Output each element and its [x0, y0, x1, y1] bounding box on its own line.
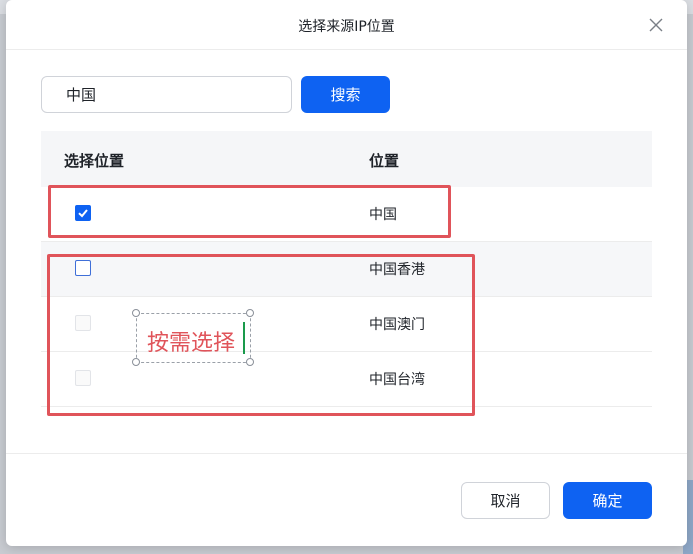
search-button[interactable]: 搜索: [301, 76, 390, 113]
location-cell: 中国香港: [369, 262, 425, 278]
table-row[interactable]: 中国香港: [41, 242, 652, 297]
annotation-label: 按需选择: [132, 309, 254, 366]
column-header-select: 选择位置: [64, 152, 125, 170]
row-checkbox[interactable]: [75, 260, 91, 276]
dialog-header: 选择来源IP位置: [6, 0, 687, 50]
location-table: 选择位置 位置 中国 中国香港 中国澳门 中国台湾: [41, 131, 652, 407]
close-icon[interactable]: [647, 16, 665, 34]
table-header: 选择位置 位置: [41, 131, 652, 187]
confirm-button[interactable]: 确定: [563, 482, 652, 519]
cancel-button[interactable]: 取消: [461, 482, 550, 519]
resize-handle[interactable]: [246, 309, 254, 317]
resize-handle[interactable]: [246, 358, 254, 366]
select-ip-location-dialog: 选择来源IP位置 搜索 选择位置 位置 中国 中国香港 中国澳门: [6, 0, 687, 546]
location-cell: 中国: [369, 207, 397, 223]
table-row[interactable]: 中国澳门: [41, 297, 652, 352]
column-header-location: 位置: [369, 152, 400, 170]
footer-divider: [6, 453, 687, 454]
dialog-title: 选择来源IP位置: [298, 19, 395, 35]
row-checkbox[interactable]: [75, 315, 91, 331]
row-checkbox[interactable]: [75, 205, 91, 221]
resize-handle[interactable]: [132, 309, 140, 317]
checkmark-icon: [78, 209, 88, 218]
row-checkbox[interactable]: [75, 370, 91, 386]
table-row[interactable]: 中国: [41, 187, 652, 242]
search-input[interactable]: [41, 76, 292, 113]
annotation-text: 按需选择: [147, 331, 236, 356]
location-cell: 中国澳门: [369, 317, 425, 333]
text-caret: [243, 322, 245, 354]
resize-handle[interactable]: [132, 358, 140, 366]
location-cell: 中国台湾: [369, 372, 425, 388]
